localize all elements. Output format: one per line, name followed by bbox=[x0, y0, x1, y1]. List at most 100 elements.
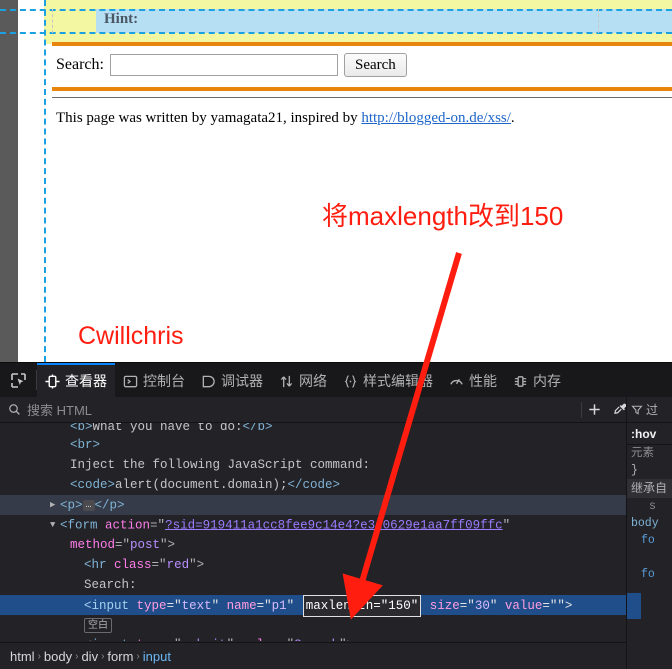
breadcrumb-separator: › bbox=[136, 650, 140, 662]
input-attr-maxlength-editor[interactable]: maxlength="150" bbox=[302, 595, 422, 617]
page-credit-line: This page was written by yamagata21, ins… bbox=[56, 110, 515, 127]
css-rules-sidebar: 过 :hov 元素 } 继承自 s body fo fo } bbox=[626, 397, 672, 669]
memory-icon bbox=[514, 375, 527, 387]
markup-row-text[interactable]: Inject the following JavaScript command: bbox=[0, 455, 626, 475]
style-editor-icon bbox=[344, 374, 357, 388]
tab-memory[interactable]: 内存 bbox=[505, 363, 569, 397]
search-label: Search: bbox=[56, 56, 104, 73]
css-body-selector: body bbox=[631, 517, 659, 530]
markup-row-submit[interactable]: <input type="submit" value="Search"> bbox=[0, 635, 626, 641]
breadcrumb-item-input[interactable]: input bbox=[143, 649, 171, 664]
collapse-twisty-form[interactable]: ▼ bbox=[50, 515, 60, 535]
tab-network[interactable]: 网络 bbox=[271, 363, 335, 397]
css-source-link[interactable]: s bbox=[627, 498, 672, 515]
tab-inspector[interactable]: 查看器 bbox=[37, 363, 115, 397]
search-icon bbox=[9, 404, 20, 415]
markup-row-input-selected[interactable]: <input type="text" name="p1" maxlength="… bbox=[0, 595, 626, 617]
hr-red-top bbox=[52, 42, 672, 46]
credit-suffix: . bbox=[510, 110, 515, 126]
inspector-guide-inner-right bbox=[598, 9, 599, 33]
input-attr-size-name: size bbox=[429, 599, 460, 613]
tab-style-editor-label: 样式编辑器 bbox=[363, 373, 433, 389]
expand-twisty-p[interactable]: ▶ bbox=[50, 495, 60, 515]
input-attr-type-name: type bbox=[136, 599, 167, 613]
inspector-guide-bottom bbox=[0, 32, 672, 34]
markup-row-search-text[interactable]: Search: bbox=[0, 575, 626, 595]
tab-console-label: 控制台 bbox=[143, 373, 185, 389]
page-left-margin bbox=[18, 0, 22, 362]
form-action-attr-name: action bbox=[105, 518, 151, 533]
css-blank-line bbox=[627, 549, 672, 566]
hint-label: Hint: bbox=[104, 11, 139, 27]
input-attr-size-value[interactable]: 30 bbox=[475, 599, 490, 613]
css-element-rule-label: 元素 bbox=[631, 447, 654, 460]
input-attr-type-value[interactable]: text bbox=[182, 599, 212, 613]
hr-class-attr-name: class bbox=[114, 558, 152, 572]
hint-highlight-region: Hint: bbox=[96, 9, 672, 33]
tab-console[interactable]: 控制台 bbox=[115, 363, 193, 397]
css-property-1[interactable]: fo bbox=[627, 532, 672, 549]
devtools-toolbar: 查看器 控制台 调试器 网络 样式编辑器 性能 内存 bbox=[0, 363, 672, 397]
tab-network-label: 网络 bbox=[299, 373, 327, 389]
markup-row-hr[interactable]: <hr class="red"> bbox=[0, 555, 626, 575]
performance-icon bbox=[450, 378, 463, 385]
hr-red-bottom bbox=[52, 87, 672, 91]
inspector-guide-left bbox=[44, 0, 46, 362]
element-picker-icon[interactable] bbox=[0, 363, 36, 397]
credit-prefix: This page was written by yamagata21, ins… bbox=[56, 110, 362, 126]
input-attr-name-name: name bbox=[226, 599, 257, 613]
form-action-attr-value[interactable]: ?sid=919411a1cc8fee9c14e4?e3d0629e1aa7ff… bbox=[165, 518, 503, 532]
css-filter-header[interactable]: 过 bbox=[627, 397, 672, 423]
breadcrumb-separator: › bbox=[101, 650, 105, 662]
tab-style-editor[interactable]: 样式编辑器 bbox=[335, 363, 441, 397]
credit-link[interactable]: http://blogged-on.de/xss/ bbox=[361, 110, 511, 126]
breadcrumb-item-html[interactable]: html bbox=[10, 649, 35, 664]
form-method-attr-name: method bbox=[70, 538, 116, 552]
tab-memory-label: 内存 bbox=[533, 373, 561, 389]
css-inherited-header: 继承自 bbox=[627, 479, 672, 498]
markup-row-whitespace[interactable]: 空白 bbox=[0, 615, 626, 635]
hr-class-attr-value[interactable]: red bbox=[167, 558, 190, 572]
breadcrumb-separator: › bbox=[75, 650, 79, 662]
breadcrumb-item-body[interactable]: body bbox=[44, 649, 72, 664]
css-element-rule-close: } bbox=[631, 464, 638, 477]
markup-search-input[interactable]: 搜索 HTML bbox=[0, 397, 581, 423]
page-search-form: Search: Search bbox=[56, 53, 407, 77]
input-attr-maxlength-name: maxlength bbox=[305, 599, 374, 613]
page-scrollbar-thumb[interactable] bbox=[0, 0, 18, 362]
markup-code-text: alert(document.domain); bbox=[115, 478, 288, 492]
annotation-signature: Cwillchris bbox=[78, 322, 184, 350]
pseudo-class-toggle[interactable]: :hov bbox=[627, 423, 672, 445]
breadcrumb-item-form[interactable]: form bbox=[107, 649, 133, 664]
input-attr-value-name: value bbox=[504, 599, 543, 613]
markup-search-text-node: Search: bbox=[84, 578, 137, 592]
markup-row-code[interactable]: <code>alert(document.domain);</code> bbox=[0, 475, 626, 495]
search-input[interactable] bbox=[109, 54, 338, 76]
breadcrumb: html › body › div › form › input bbox=[0, 642, 626, 669]
css-filter-header-label: 过 bbox=[646, 403, 659, 417]
page-scrollbar[interactable] bbox=[0, 0, 18, 362]
search-button[interactable]: Search bbox=[343, 53, 407, 77]
tab-debugger[interactable]: 调试器 bbox=[193, 363, 271, 397]
collapsed-children-badge[interactable]: … bbox=[82, 499, 95, 511]
markup-row-form-method[interactable]: method="post"> bbox=[0, 535, 626, 555]
tab-performance[interactable]: 性能 bbox=[441, 363, 505, 397]
devtools-search-row: 搜索 HTML 过 bbox=[0, 397, 672, 423]
whitespace-badge: 空白 bbox=[84, 618, 112, 633]
markup-b-text: What you have to do: bbox=[92, 423, 243, 434]
input-attr-name-value[interactable]: p1 bbox=[272, 599, 287, 613]
markup-row-b-text[interactable]: <b>What you have to do:</b> bbox=[0, 423, 626, 435]
input-attr-maxlength-value[interactable]: 150 bbox=[388, 599, 411, 613]
inspector-guide-inner-left bbox=[52, 9, 53, 33]
markup-row-form-open[interactable]: ▼ <form action="?sid=919411a1cc8fee9c14e4… bbox=[0, 515, 626, 535]
markup-row-br[interactable]: <br> bbox=[0, 435, 626, 455]
breadcrumb-separator: › bbox=[37, 650, 41, 662]
add-node-button[interactable] bbox=[582, 397, 608, 423]
markup-tree: <b>What you have to do:</b> <br> Inject … bbox=[0, 423, 626, 641]
inspector-icon bbox=[45, 373, 60, 389]
breadcrumb-item-div[interactable]: div bbox=[81, 649, 98, 664]
css-property-2[interactable]: fo bbox=[627, 566, 672, 583]
markup-row-p[interactable]: ▶ <p>… </p> bbox=[0, 495, 626, 515]
tab-inspector-label: 查看器 bbox=[65, 373, 107, 389]
form-method-attr-value[interactable]: post bbox=[130, 538, 160, 552]
